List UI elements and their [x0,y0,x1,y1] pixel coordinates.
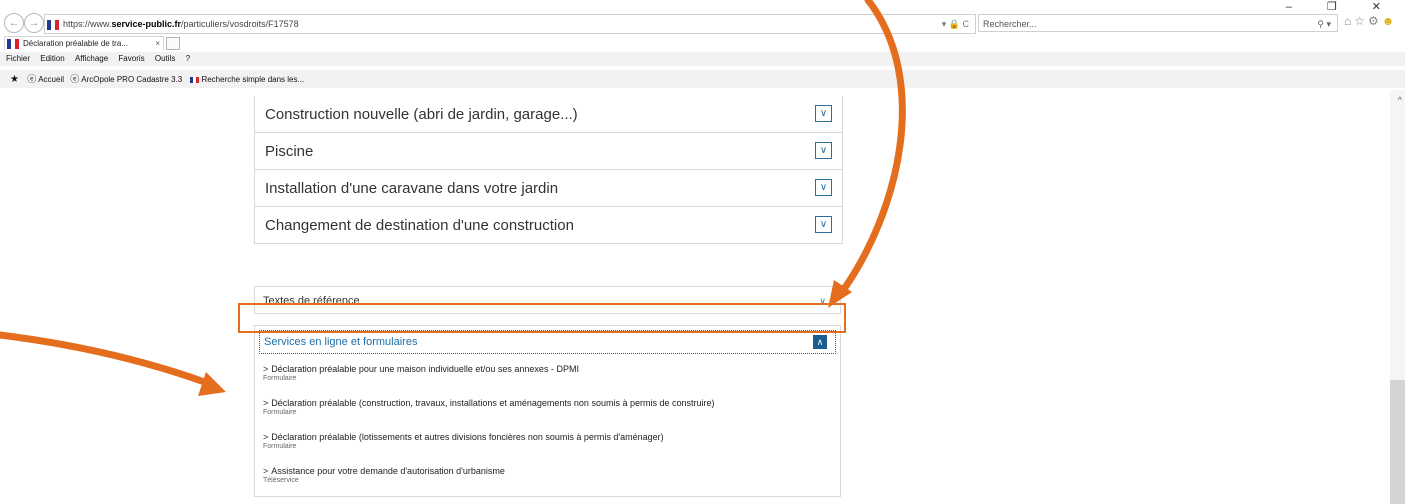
tab-close-icon[interactable]: × [155,37,160,51]
home-icon[interactable]: ⌂ [1344,14,1354,28]
service-link[interactable]: > Déclaration préalable (lotissements et … [263,432,833,442]
services-list: > Déclaration préalable pour une maison i… [263,364,833,500]
accordion-item[interactable]: Construction nouvelle (abri de jardin, g… [255,96,842,133]
new-tab-button[interactable] [166,37,180,50]
service-title[interactable]: Déclaration préalable (lotissements et a… [271,432,663,442]
chevron-up-icon[interactable]: ∧ [813,335,827,349]
search-icon[interactable]: ⚲ ▾ [1317,15,1331,33]
service-title[interactable]: Déclaration préalable (construction, tra… [271,398,714,408]
tab-active[interactable]: Déclaration préalable de tra... × [4,36,164,50]
list-item: > Assistance pour votre demande d'autoris… [263,466,833,500]
list-item: > Déclaration préalable pour une maison i… [263,364,833,398]
forward-button[interactable]: → [24,13,44,33]
menu-fichier[interactable]: Fichier [6,54,30,63]
menu-outils[interactable]: Outils [155,54,175,63]
menu-affichage[interactable]: Affichage [75,54,108,63]
service-type: Formulaire [263,443,297,450]
site-flag-icon [47,19,59,30]
back-button[interactable]: ← [4,13,24,33]
service-type: Formulaire [263,375,297,382]
chevron-right-icon: > [263,364,269,374]
chevron-down-icon[interactable]: ∨ [815,216,832,233]
service-type: Téléservice [263,477,299,484]
ie-page-icon: ⓔ [27,74,37,84]
chevron-right-icon: > [263,432,269,442]
service-link[interactable]: > Assistance pour votre demande d'autoris… [263,466,833,476]
vertical-scrollbar[interactable]: ^ [1390,90,1405,504]
chevron-down-icon[interactable]: ∨ [815,179,832,196]
services-header-label: Services en ligne et formulaires [264,336,418,348]
browser-toolbar-icons: ⌂☆⚙☻ [1344,14,1397,28]
list-item: > Déclaration préalable (construction, tr… [263,398,833,432]
accordion-list: Construction nouvelle (abri de jardin, g… [254,96,843,244]
menu-edition[interactable]: Edition [40,54,64,63]
url-prefix: https://www. [63,19,112,29]
services-header[interactable]: Services en ligne et formulaires ∧ [259,330,836,354]
scrollbar-thumb[interactable] [1390,380,1405,504]
window-controls[interactable]: – ❐ ✕ [1286,0,1397,13]
browser-chrome: ← → https://www.service-public.fr/partic… [0,0,1405,90]
favorite-accueil[interactable]: Accueil [38,75,64,84]
favorites-bar: ★ ⓔ Accueil ⓔ ArcOpole PRO Cadastre 3.3 Re… [0,70,1405,88]
url-domain: service-public.fr [111,19,182,29]
tab-flag-icon [7,38,19,49]
annotation-highlight-box [238,303,846,333]
menu-favoris[interactable]: Favoris [118,54,144,63]
url-path: /particuliers/vosdroits/F17578 [181,19,299,29]
accordion-item-label: Installation d'une caravane dans votre j… [265,180,559,197]
service-title[interactable]: Déclaration préalable pour une maison in… [271,364,579,374]
list-item: > Déclaration préalable (lotissements et … [263,432,833,466]
address-bar-icons[interactable]: ▾ 🔒 C [942,15,969,33]
tab-bar: Déclaration préalable de tra... × [0,36,1405,50]
menu-bar: Fichier Edition Affichage Favoris Outils… [0,52,1405,66]
add-favorite-star-icon[interactable]: ★ [10,74,19,85]
address-bar[interactable]: https://www.service-public.fr/particulie… [44,14,976,34]
service-title[interactable]: Assistance pour votre demande d'autorisa… [271,466,505,476]
search-placeholder: Rechercher... [983,19,1037,29]
chevron-right-icon: > [263,398,269,408]
page-content: Construction nouvelle (abri de jardin, g… [0,90,1405,504]
service-type: Formulaire [263,409,297,416]
service-link[interactable]: > Déclaration préalable pour une maison i… [263,364,833,374]
favorites-star-icon[interactable]: ☆ [1354,14,1368,28]
chevron-right-icon: > [263,466,269,476]
accordion-item[interactable]: Installation d'une caravane dans votre j… [255,170,842,207]
favorite-arcopole[interactable]: ArcOpole PRO Cadastre 3.3 [81,75,182,84]
accordion-item-label: Piscine [265,143,314,160]
service-link[interactable]: > Déclaration préalable (construction, tr… [263,398,833,408]
scroll-up-icon[interactable]: ^ [1398,95,1402,105]
search-input[interactable]: Rechercher... ⚲ ▾ [978,14,1338,32]
ie-page-icon: ⓔ [70,74,80,84]
services-accordion: Services en ligne et formulaires ∧ > Décl… [254,325,841,497]
tab-title: Déclaration préalable de tra... [23,39,128,48]
accordion-item[interactable]: Changement de destination d'une construc… [255,207,842,243]
settings-gear-icon[interactable]: ⚙ [1368,14,1382,28]
menu-help[interactable]: ? [186,54,190,63]
favorite-recherche[interactable]: Recherche simple dans les... [201,75,304,84]
accordion-item-label: Changement de destination d'une construc… [265,217,574,234]
chevron-down-icon[interactable]: ∨ [815,105,832,122]
accordion-item[interactable]: Piscine ∨ [255,133,842,170]
accordion-item-label: Construction nouvelle (abri de jardin, g… [265,106,578,123]
feedback-smiley-icon[interactable]: ☻ [1382,14,1398,28]
favorite-flag-icon [190,76,200,83]
chevron-down-icon[interactable]: ∨ [815,142,832,159]
